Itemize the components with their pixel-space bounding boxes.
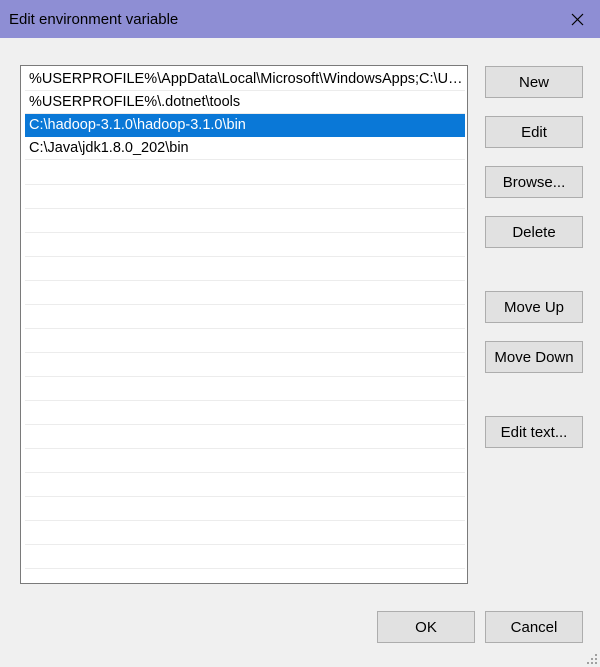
empty-row[interactable]: [25, 306, 465, 329]
empty-row[interactable]: [25, 186, 465, 209]
list-item-0[interactable]: %USERPROFILE%\AppData\Local\Microsoft\Wi…: [25, 68, 465, 91]
empty-row[interactable]: [25, 354, 465, 377]
empty-row[interactable]: [25, 234, 465, 257]
window-title: Edit environment variable: [9, 11, 179, 28]
empty-row[interactable]: [25, 522, 465, 545]
list-item-1[interactable]: %USERPROFILE%\.dotnet\tools: [25, 91, 465, 114]
edit-button[interactable]: Edit: [485, 116, 583, 148]
empty-row[interactable]: [25, 330, 465, 353]
move-down-button[interactable]: Move Down: [485, 341, 583, 373]
empty-row[interactable]: [25, 474, 465, 497]
title-bar[interactable]: Edit environment variable: [0, 0, 600, 38]
list-item-2[interactable]: C:\hadoop-3.1.0\hadoop-3.1.0\bin: [25, 114, 465, 137]
edit-text-button[interactable]: Edit text...: [485, 416, 583, 448]
empty-row[interactable]: [25, 402, 465, 425]
empty-row[interactable]: [25, 258, 465, 281]
edit-environment-variable-dialog: Edit environment variable %USERPROFILE%\…: [0, 0, 600, 667]
empty-row[interactable]: [25, 282, 465, 305]
close-icon: [571, 13, 584, 25]
empty-row[interactable]: [25, 378, 465, 401]
variable-list[interactable]: %USERPROFILE%\AppData\Local\Microsoft\Wi…: [20, 65, 468, 584]
empty-row[interactable]: [25, 498, 465, 521]
delete-button[interactable]: Delete: [485, 216, 583, 248]
cancel-button[interactable]: Cancel: [485, 611, 583, 643]
browse-button[interactable]: Browse...: [485, 166, 583, 198]
move-up-button[interactable]: Move Up: [485, 291, 583, 323]
ok-button[interactable]: OK: [377, 611, 475, 643]
empty-row[interactable]: [25, 162, 465, 185]
close-button[interactable]: [555, 0, 600, 38]
empty-row[interactable]: [25, 426, 465, 449]
empty-row[interactable]: [25, 546, 465, 569]
list-item-3[interactable]: C:\Java\jdk1.8.0_202\bin: [25, 137, 465, 160]
empty-row[interactable]: [25, 210, 465, 233]
new-button[interactable]: New: [485, 66, 583, 98]
empty-row[interactable]: [25, 450, 465, 473]
resize-grip-icon[interactable]: [586, 653, 598, 665]
